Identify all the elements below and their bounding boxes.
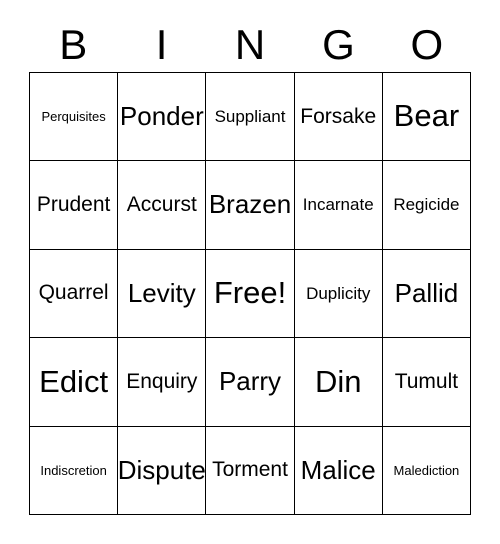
bingo-cell-g5[interactable]: Malice bbox=[294, 426, 383, 516]
bingo-cell-o4[interactable]: Tumult bbox=[382, 338, 472, 427]
bingo-cell-label: Indiscretion bbox=[40, 462, 107, 478]
bingo-cell-b4[interactable]: Edict bbox=[30, 338, 119, 427]
bingo-cell-i1[interactable]: Ponder bbox=[118, 73, 207, 162]
bingo-header-letter-o: O bbox=[410, 21, 444, 68]
bingo-cell-g3[interactable]: Duplicity bbox=[294, 249, 383, 339]
bingo-cell-free-space[interactable]: Free! bbox=[206, 249, 295, 339]
bingo-cell-i2[interactable]: Accurst bbox=[118, 161, 207, 250]
bingo-cell-o5[interactable]: Malediction bbox=[382, 426, 472, 516]
bingo-cell-label: Suppliant bbox=[214, 106, 286, 126]
bingo-cell-b1[interactable]: Perquisites bbox=[30, 73, 119, 162]
bingo-row: Indiscretion Dispute Torment Malice Male… bbox=[30, 426, 472, 516]
bingo-row: Prudent Accurst Brazen Incarnate Regicid… bbox=[30, 161, 472, 250]
bingo-cell-label: Prudent bbox=[36, 193, 111, 217]
bingo-row: Perquisites Ponder Suppliant Forsake Bea… bbox=[30, 73, 472, 162]
bingo-cell-label: Torment bbox=[212, 458, 288, 482]
bingo-header-letter-i: I bbox=[155, 21, 168, 68]
bingo-cell-i3[interactable]: Levity bbox=[118, 249, 207, 339]
bingo-header-letter-b: B bbox=[59, 21, 88, 68]
bingo-row: Quarrel Levity Free! Duplicity Pallid bbox=[30, 249, 472, 339]
bingo-free-space-label: Free! bbox=[213, 275, 287, 311]
bingo-cell-label: Levity bbox=[127, 277, 196, 308]
bingo-cell-label: Enquiry bbox=[126, 369, 198, 393]
bingo-cell-label: Dispute bbox=[118, 454, 206, 485]
bingo-cell-label: Pallid bbox=[394, 277, 459, 308]
bingo-cell-label: Edict bbox=[39, 363, 109, 399]
bingo-header-row: B I N G O bbox=[29, 18, 471, 72]
bingo-cell-label: Accurst bbox=[126, 193, 197, 217]
bingo-cell-b3[interactable]: Quarrel bbox=[30, 249, 119, 339]
bingo-cell-label: Ponder bbox=[119, 101, 204, 132]
bingo-cell-b5[interactable]: Indiscretion bbox=[30, 426, 119, 516]
bingo-cell-label: Quarrel bbox=[38, 281, 109, 305]
bingo-cell-label: Incarnate bbox=[302, 195, 374, 215]
bingo-cell-n5[interactable]: Torment bbox=[206, 426, 295, 516]
bingo-cell-o3[interactable]: Pallid bbox=[382, 249, 472, 339]
bingo-cell-label: Forsake bbox=[300, 104, 377, 128]
bingo-cell-o2[interactable]: Regicide bbox=[382, 161, 472, 250]
bingo-cell-label: Perquisites bbox=[41, 108, 106, 124]
bingo-cell-label: Regicide bbox=[393, 195, 460, 215]
bingo-cell-i5[interactable]: Dispute bbox=[118, 426, 207, 516]
bingo-cell-o1[interactable]: Bear bbox=[382, 73, 472, 162]
bingo-grid: Perquisites Ponder Suppliant Forsake Bea… bbox=[29, 72, 472, 516]
bingo-cell-n4[interactable]: Parry bbox=[206, 338, 295, 427]
bingo-cell-label: Din bbox=[314, 363, 362, 399]
bingo-cell-label: Malice bbox=[300, 454, 376, 485]
bingo-card: B I N G O Perquisites Ponder Suppliant F… bbox=[0, 0, 500, 544]
bingo-cell-label: Malediction bbox=[393, 462, 460, 478]
bingo-cell-i4[interactable]: Enquiry bbox=[118, 338, 207, 427]
bingo-cell-n2[interactable]: Brazen bbox=[206, 161, 295, 250]
bingo-cell-g4[interactable]: Din bbox=[294, 338, 383, 427]
bingo-cell-label: Brazen bbox=[208, 189, 292, 220]
bingo-cell-b2[interactable]: Prudent bbox=[30, 161, 119, 250]
bingo-cell-label: Tumult bbox=[394, 369, 459, 393]
bingo-header-letter-g: G bbox=[322, 21, 355, 68]
bingo-cell-label: Parry bbox=[218, 366, 282, 397]
bingo-cell-label: Bear bbox=[393, 98, 460, 134]
bingo-cell-n1[interactable]: Suppliant bbox=[206, 73, 295, 162]
bingo-row: Edict Enquiry Parry Din Tumult bbox=[30, 338, 472, 427]
bingo-cell-label: Duplicity bbox=[306, 283, 371, 303]
bingo-cell-g1[interactable]: Forsake bbox=[294, 73, 383, 162]
bingo-cell-g2[interactable]: Incarnate bbox=[294, 161, 383, 250]
bingo-header-letter-n: N bbox=[234, 21, 266, 68]
